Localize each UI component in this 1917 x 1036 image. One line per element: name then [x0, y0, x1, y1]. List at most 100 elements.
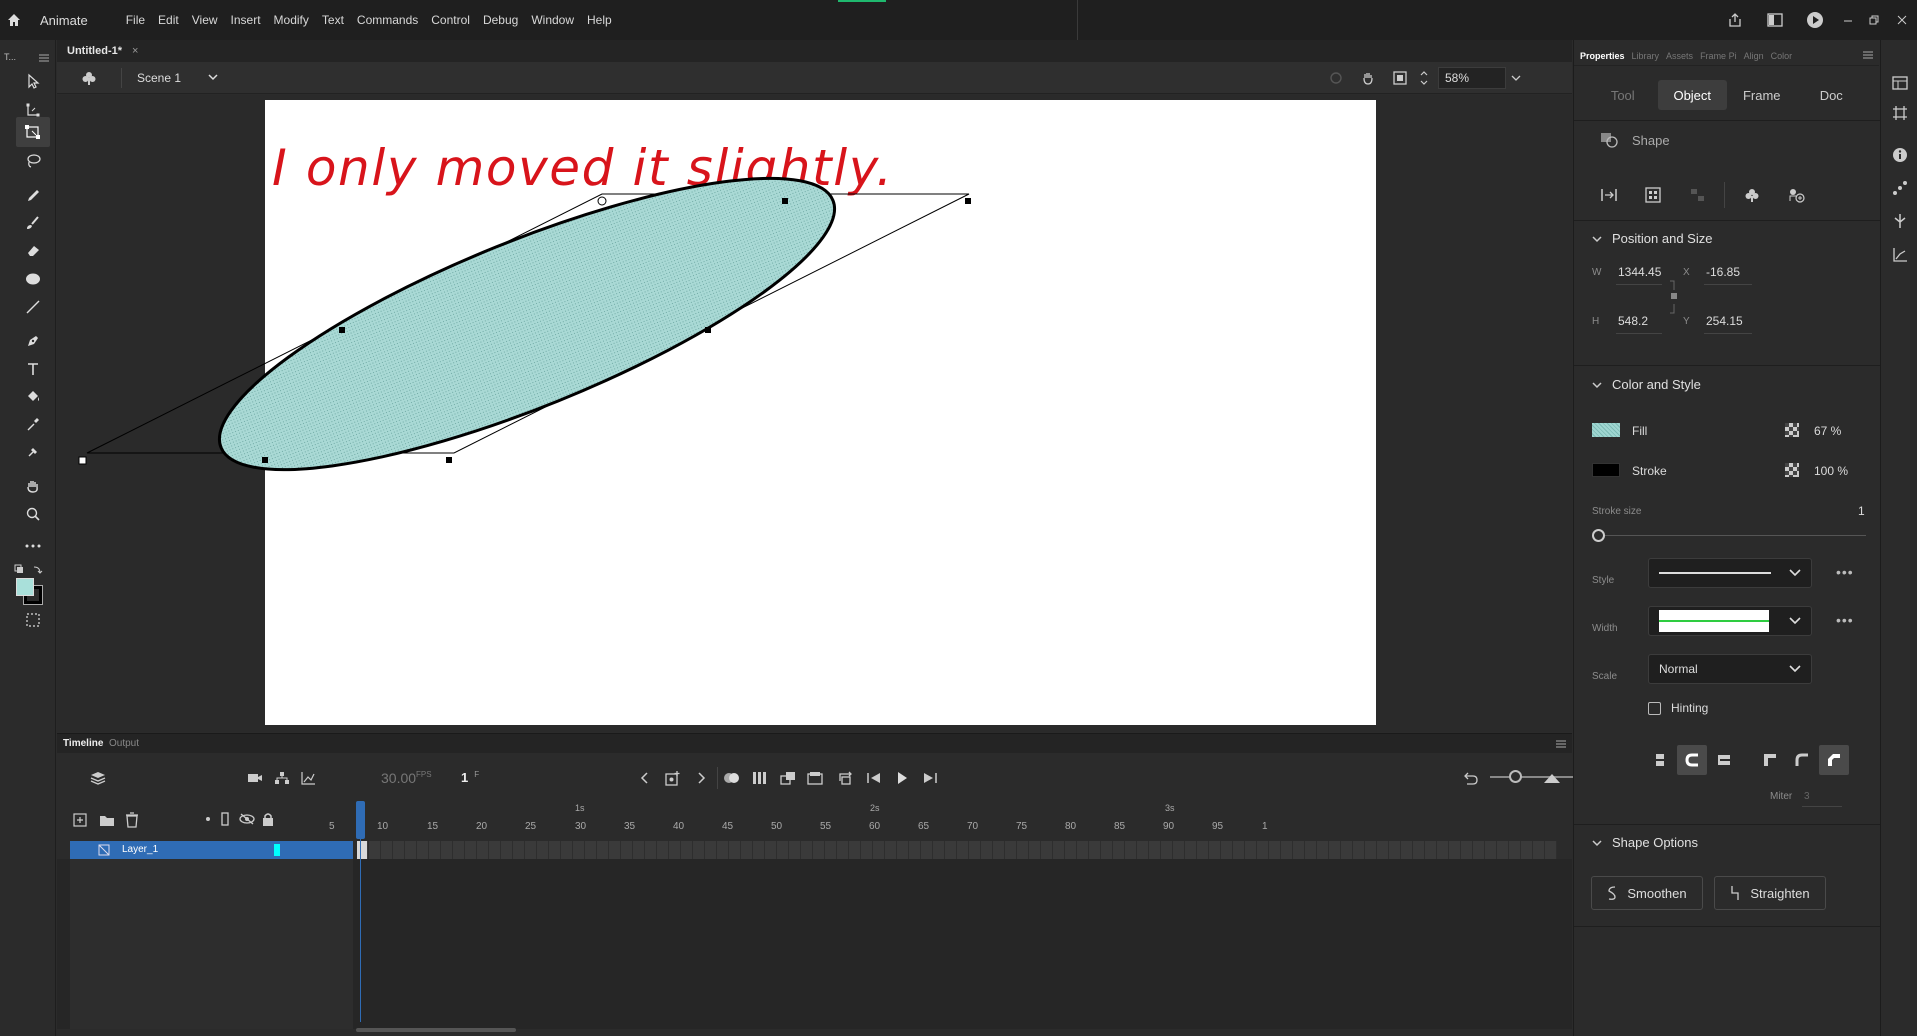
timeline-scrollbar[interactable] [356, 1028, 516, 1032]
delete-layer-icon[interactable] [125, 812, 139, 831]
selection-tool-icon[interactable] [16, 66, 50, 96]
frame-ruler[interactable]: 1s 2s 3s 5 10 15 20 25 30 35 40 45 50 55… [329, 801, 1572, 841]
close-tab-icon[interactable]: × [132, 45, 138, 57]
width-profile-dropdown[interactable] [1648, 606, 1812, 636]
current-frame-display[interactable]: 1F [461, 770, 479, 785]
hinting-checkbox[interactable] [1648, 702, 1661, 715]
panel-menu-icon[interactable] [1863, 51, 1873, 59]
fill-stroke-colors[interactable] [16, 578, 43, 605]
chevron-down-icon[interactable] [1592, 381, 1602, 389]
loop-icon[interactable] [835, 767, 857, 789]
layer-name[interactable]: Layer_1 [122, 844, 158, 855]
menu-window[interactable]: Window [531, 13, 574, 27]
shape-options-header[interactable]: Shape Options [1592, 835, 1698, 850]
cap-none-icon[interactable] [1645, 745, 1675, 775]
insert-keyframe-icon[interactable] [662, 767, 684, 789]
cap-round-icon[interactable] [1677, 745, 1707, 775]
edit-multiple-frames-icon[interactable] [749, 767, 771, 789]
chevron-down-icon[interactable] [207, 71, 219, 86]
library-panel-icon[interactable] [1887, 70, 1913, 96]
stroke-color-swatch[interactable] [1592, 463, 1620, 477]
width-field[interactable]: 1344.45 [1618, 265, 1661, 279]
transform-handle[interactable] [705, 327, 711, 333]
more-tools-icon[interactable] [16, 531, 50, 561]
oval-tool-icon[interactable] [16, 264, 50, 294]
tab-object[interactable]: Object [1657, 80, 1727, 110]
height-field[interactable]: 548.2 [1618, 314, 1648, 328]
panel-menu-icon[interactable] [39, 54, 49, 62]
motion-presets-icon[interactable] [1887, 175, 1913, 201]
edit-toolbar-icon[interactable] [16, 605, 50, 635]
break-apart-icon[interactable] [1636, 180, 1670, 210]
new-layer-icon[interactable] [73, 813, 87, 830]
layer-frames[interactable] [357, 841, 1557, 859]
swap-colors-icon[interactable] [14, 564, 44, 579]
scene-label[interactable]: Scene 1 [137, 71, 181, 85]
undo-zoom-icon[interactable] [1459, 767, 1481, 789]
y-field[interactable]: 254.15 [1706, 314, 1743, 328]
more-icon[interactable]: ••• [1836, 564, 1854, 580]
pin-tool-icon[interactable] [16, 437, 50, 467]
text-tool-icon[interactable] [16, 354, 50, 384]
line-tool-icon[interactable] [16, 292, 50, 322]
menu-modify[interactable]: Modify [274, 13, 309, 27]
pencil-tool-icon[interactable] [16, 181, 50, 211]
highlight-dot-icon[interactable] [206, 817, 210, 821]
group-icon[interactable] [1680, 180, 1714, 210]
menu-debug[interactable]: Debug [483, 13, 518, 27]
fps-display[interactable]: 30.00FPS [381, 770, 432, 786]
close-window-icon[interactable] [1887, 0, 1917, 40]
camera-icon[interactable] [244, 767, 266, 789]
menu-file[interactable]: File [126, 13, 145, 27]
tab-frame[interactable]: Frame [1727, 80, 1797, 110]
lasso-tool-icon[interactable] [16, 146, 50, 176]
restore-icon[interactable] [1861, 0, 1887, 40]
rotate-stage-icon[interactable] [1352, 66, 1384, 90]
playhead[interactable] [356, 801, 365, 839]
convert-to-bitmap-icon[interactable] [1779, 180, 1813, 210]
menu-text[interactable]: Text [322, 13, 344, 27]
zoom-dropdown[interactable]: 58% [1438, 67, 1506, 89]
outline-toggle-icon[interactable] [221, 812, 229, 829]
transform-handle[interactable] [965, 198, 971, 204]
stroke-size-slider[interactable] [1598, 535, 1866, 536]
eraser-tool-icon[interactable] [16, 235, 50, 265]
stroke-size-knob[interactable] [1592, 529, 1605, 542]
info-panel-icon[interactable] [1887, 142, 1913, 168]
workspace-icon[interactable] [1755, 0, 1795, 40]
transform-handle[interactable] [78, 456, 87, 465]
document-tab[interactable]: Untitled-1* × [67, 40, 138, 62]
stroke-alpha-icon[interactable] [1785, 463, 1799, 480]
miter-field[interactable]: 3 [1804, 791, 1810, 802]
x-field[interactable]: -16.85 [1706, 265, 1740, 279]
layer-color-indicator[interactable] [274, 844, 280, 856]
chevron-down-icon[interactable] [1789, 616, 1801, 626]
stroke-style-dropdown[interactable] [1648, 558, 1812, 588]
menu-control[interactable]: Control [431, 13, 470, 27]
new-folder-icon[interactable] [99, 813, 115, 830]
clip-stage-icon[interactable] [1384, 66, 1416, 90]
pasteboard[interactable]: I only moved it slightly. [57, 95, 1572, 732]
menu-view[interactable]: View [192, 13, 218, 27]
timeline-zoom-slider[interactable] [1490, 776, 1580, 778]
scale-dropdown[interactable]: Normal [1648, 654, 1812, 684]
tab-doc[interactable]: Doc [1797, 80, 1867, 110]
prev-keyframe-icon[interactable] [634, 767, 656, 789]
tab-tool[interactable]: Tool [1588, 80, 1658, 110]
home-icon[interactable] [0, 0, 28, 40]
tab-output[interactable]: Output [109, 738, 139, 749]
position-size-header[interactable]: Position and Size [1592, 231, 1712, 246]
fit-frames-icon[interactable] [1541, 767, 1563, 789]
lock-ratio-icon[interactable] [1669, 280, 1679, 317]
panel-tab-align[interactable]: Align [1744, 51, 1764, 61]
next-keyframe-icon[interactable] [690, 767, 712, 789]
scene-clubs-icon[interactable] [81, 70, 97, 89]
snap-icon[interactable] [1320, 66, 1352, 90]
stroke-alpha-field[interactable]: 100 % [1814, 464, 1848, 478]
layer-row[interactable]: Layer_1 [70, 841, 353, 859]
panel-tab-library[interactable]: Library [1632, 51, 1660, 61]
share-icon[interactable] [1715, 0, 1755, 40]
timeline-zoom-knob[interactable] [1509, 770, 1522, 783]
transform-handle[interactable] [262, 457, 268, 463]
rotation-handle[interactable] [597, 196, 607, 206]
